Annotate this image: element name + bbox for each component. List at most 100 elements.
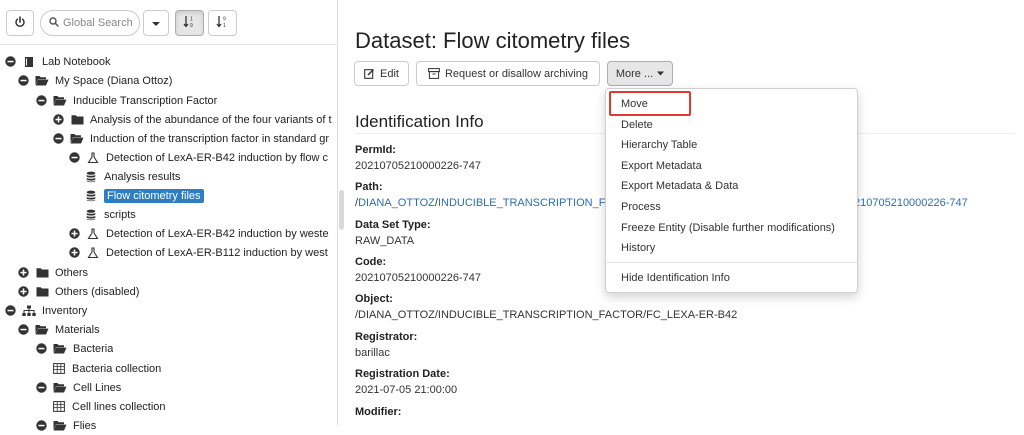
path-link-project[interactable]: INDUCIBLE_TRANSCRIPTION_FA (438, 197, 612, 209)
code-value: 20210705210000226-747 (355, 272, 482, 284)
power-icon (14, 15, 26, 31)
archive-icon (428, 68, 440, 79)
collapse-icon[interactable] (35, 95, 47, 107)
search-options-dropdown[interactable] (143, 10, 169, 36)
svg-text:9: 9 (223, 17, 226, 23)
power-button[interactable] (6, 10, 34, 36)
tree-node-label[interactable]: Analysis of the abundance of the four va… (90, 114, 332, 126)
tree-node-label[interactable]: Others (disabled) (55, 286, 139, 298)
tree-node-label[interactable]: My Space (Diana Ottoz) (55, 75, 172, 87)
search-input[interactable] (59, 17, 135, 29)
tree-node-label[interactable]: scripts (104, 209, 136, 221)
tree-node-label[interactable]: Cell lines collection (72, 401, 166, 413)
menu-item-export-metadata-data[interactable]: Export Metadata & Data (606, 176, 857, 196)
menu-item-process[interactable]: Process (606, 197, 857, 217)
tree-node[interactable]: Inventory (4, 301, 87, 320)
registration-date-value: 2021-07-05 21:00:00 (355, 384, 458, 396)
tree-node[interactable]: Detection of LexA-ER-B42 induction by fl… (68, 148, 328, 167)
tree-node[interactable]: Bacteria (35, 339, 113, 358)
collapse-icon[interactable] (35, 420, 47, 432)
tree-node-label[interactable]: Bacteria (73, 343, 113, 355)
tree-node-label[interactable]: Others (55, 267, 88, 279)
edit-button[interactable]: Edit (354, 61, 409, 86)
tree-node[interactable]: Lab Notebook (4, 52, 111, 71)
expand-icon[interactable] (17, 267, 29, 279)
tree-node-label[interactable]: Lab Notebook (42, 56, 111, 68)
menu-item-history[interactable]: History (606, 238, 857, 258)
tree-node-label[interactable]: Inventory (42, 305, 87, 317)
tree-node-label[interactable]: Detection of LexA-ER-B112 induction by w… (106, 247, 328, 259)
tree-node-label[interactable]: Cell Lines (73, 382, 121, 394)
tree-node[interactable]: Induction of the transcription factor in… (52, 129, 329, 148)
section-title: Identification Info (355, 112, 484, 131)
menu-item-hide-identification-info[interactable]: Hide Identification Info (606, 268, 857, 288)
tree-node-label[interactable]: Inducible Transcription Factor (73, 95, 217, 107)
tree-node[interactable]: scripts (84, 205, 136, 224)
tree-node[interactable]: Analysis of the abundance of the four va… (52, 110, 332, 129)
menu-item-export-metadata[interactable]: Export Metadata (606, 156, 857, 176)
collapse-icon[interactable] (17, 324, 29, 336)
tree-node[interactable]: Others (17, 263, 88, 282)
tree-node[interactable]: Cell Lines (35, 378, 121, 397)
object-label: Object: (355, 293, 393, 305)
path-link-dataset[interactable]: 210705210000226-747 (854, 197, 968, 209)
tree-node[interactable]: Inducible Transcription Factor (35, 91, 217, 110)
caret-down-icon (152, 16, 160, 30)
tree-node-label[interactable]: Bacteria collection (72, 363, 161, 375)
tree-node-label[interactable]: Materials (55, 324, 100, 336)
expand-icon[interactable] (68, 247, 80, 259)
caret-down-icon (657, 71, 665, 76)
tree-node[interactable]: Others (disabled) (17, 282, 139, 301)
tree-node[interactable]: Flow citometry files (84, 186, 204, 205)
collapse-icon[interactable] (17, 75, 29, 87)
expand-icon[interactable] (17, 286, 29, 298)
database-icon (84, 190, 98, 202)
tree-node[interactable]: Detection of LexA-ER-B112 induction by w… (68, 243, 328, 262)
tree-node[interactable]: Analysis results (84, 167, 180, 186)
flask-icon (86, 246, 100, 259)
svg-text:1: 1 (223, 23, 226, 28)
tree-node[interactable]: Detection of LexA-ER-B42 induction by we… (68, 224, 329, 243)
sort-descending-button[interactable]: 91 (208, 10, 237, 36)
sort-ascending-button[interactable]: 19 (175, 10, 204, 36)
collapse-icon[interactable] (35, 382, 47, 394)
panel-resize-handle[interactable] (339, 190, 344, 230)
database-icon (84, 209, 98, 221)
collapse-icon[interactable] (4, 305, 16, 317)
archiving-button[interactable]: Request or disallow archiving (416, 61, 600, 86)
menu-item-delete[interactable]: Delete (606, 115, 857, 135)
tree-node[interactable]: Cell lines collection (52, 397, 166, 416)
tree-node-label[interactable]: Analysis results (104, 171, 180, 183)
registrator-label: Registrator: (355, 331, 418, 343)
expand-icon[interactable] (52, 114, 64, 126)
tree-node-label[interactable]: Flies (73, 420, 96, 432)
dataset-type-label: Data Set Type: (355, 219, 431, 231)
table-icon (52, 401, 66, 413)
path-value: /DIANA_OTTOZ/INDUCIBLE_TRANSCRIPTION_FA (355, 197, 613, 209)
code-label: Code: (355, 256, 387, 268)
collapse-icon[interactable] (68, 152, 80, 164)
tree-node-label[interactable]: Flow citometry files (104, 188, 204, 203)
more-dropdown-menu: Move Delete Hierarchy Table Export Metadata… (605, 88, 858, 293)
tree-node-label[interactable]: Detection of LexA-ER-B42 induction by fl… (106, 152, 328, 164)
global-search-field[interactable] (40, 10, 140, 36)
svg-text:1: 1 (190, 17, 193, 23)
menu-divider (606, 262, 857, 263)
collapse-icon[interactable] (35, 343, 47, 355)
tree-node-label[interactable]: Detection of LexA-ER-B42 induction by we… (106, 228, 329, 240)
folder-open-icon (53, 95, 67, 107)
menu-item-hierarchy-table[interactable]: Hierarchy Table (606, 135, 857, 155)
tree-node-label[interactable]: Induction of the transcription factor in… (90, 133, 329, 145)
collapse-icon[interactable] (52, 133, 64, 145)
path-link-space[interactable]: DIANA_OTTOZ (358, 197, 435, 209)
edit-icon (364, 68, 375, 79)
tree-node[interactable]: Bacteria collection (52, 359, 161, 378)
tree-node[interactable]: My Space (Diana Ottoz) (17, 71, 172, 90)
tree-node[interactable]: Flies (35, 416, 96, 435)
tree-node[interactable]: Materials (17, 320, 100, 339)
collapse-icon[interactable] (4, 56, 16, 68)
sort-descending-icon: 91 (215, 15, 230, 31)
more-dropdown-button[interactable]: More ... (607, 61, 673, 86)
menu-item-freeze-entity-disable-further-modifications[interactable]: Freeze Entity (Disable further modificat… (606, 218, 857, 238)
expand-icon[interactable] (68, 228, 80, 240)
